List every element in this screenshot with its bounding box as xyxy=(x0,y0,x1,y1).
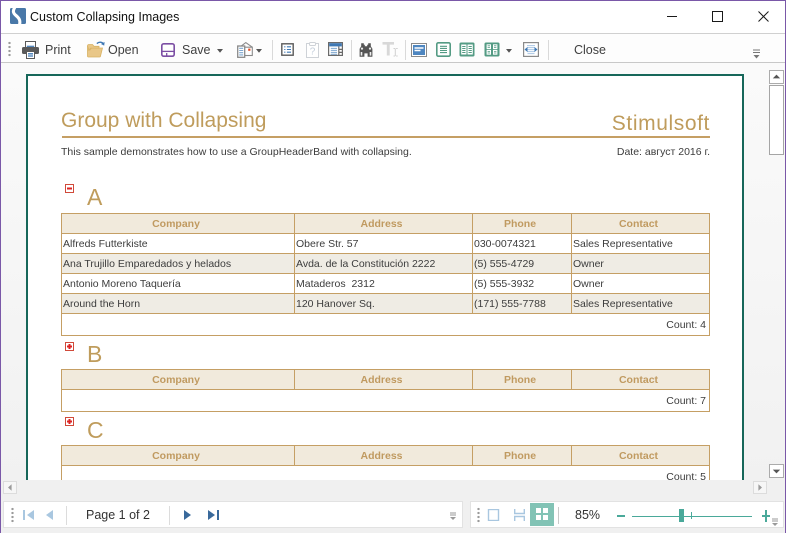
svg-text:?: ? xyxy=(310,47,316,58)
